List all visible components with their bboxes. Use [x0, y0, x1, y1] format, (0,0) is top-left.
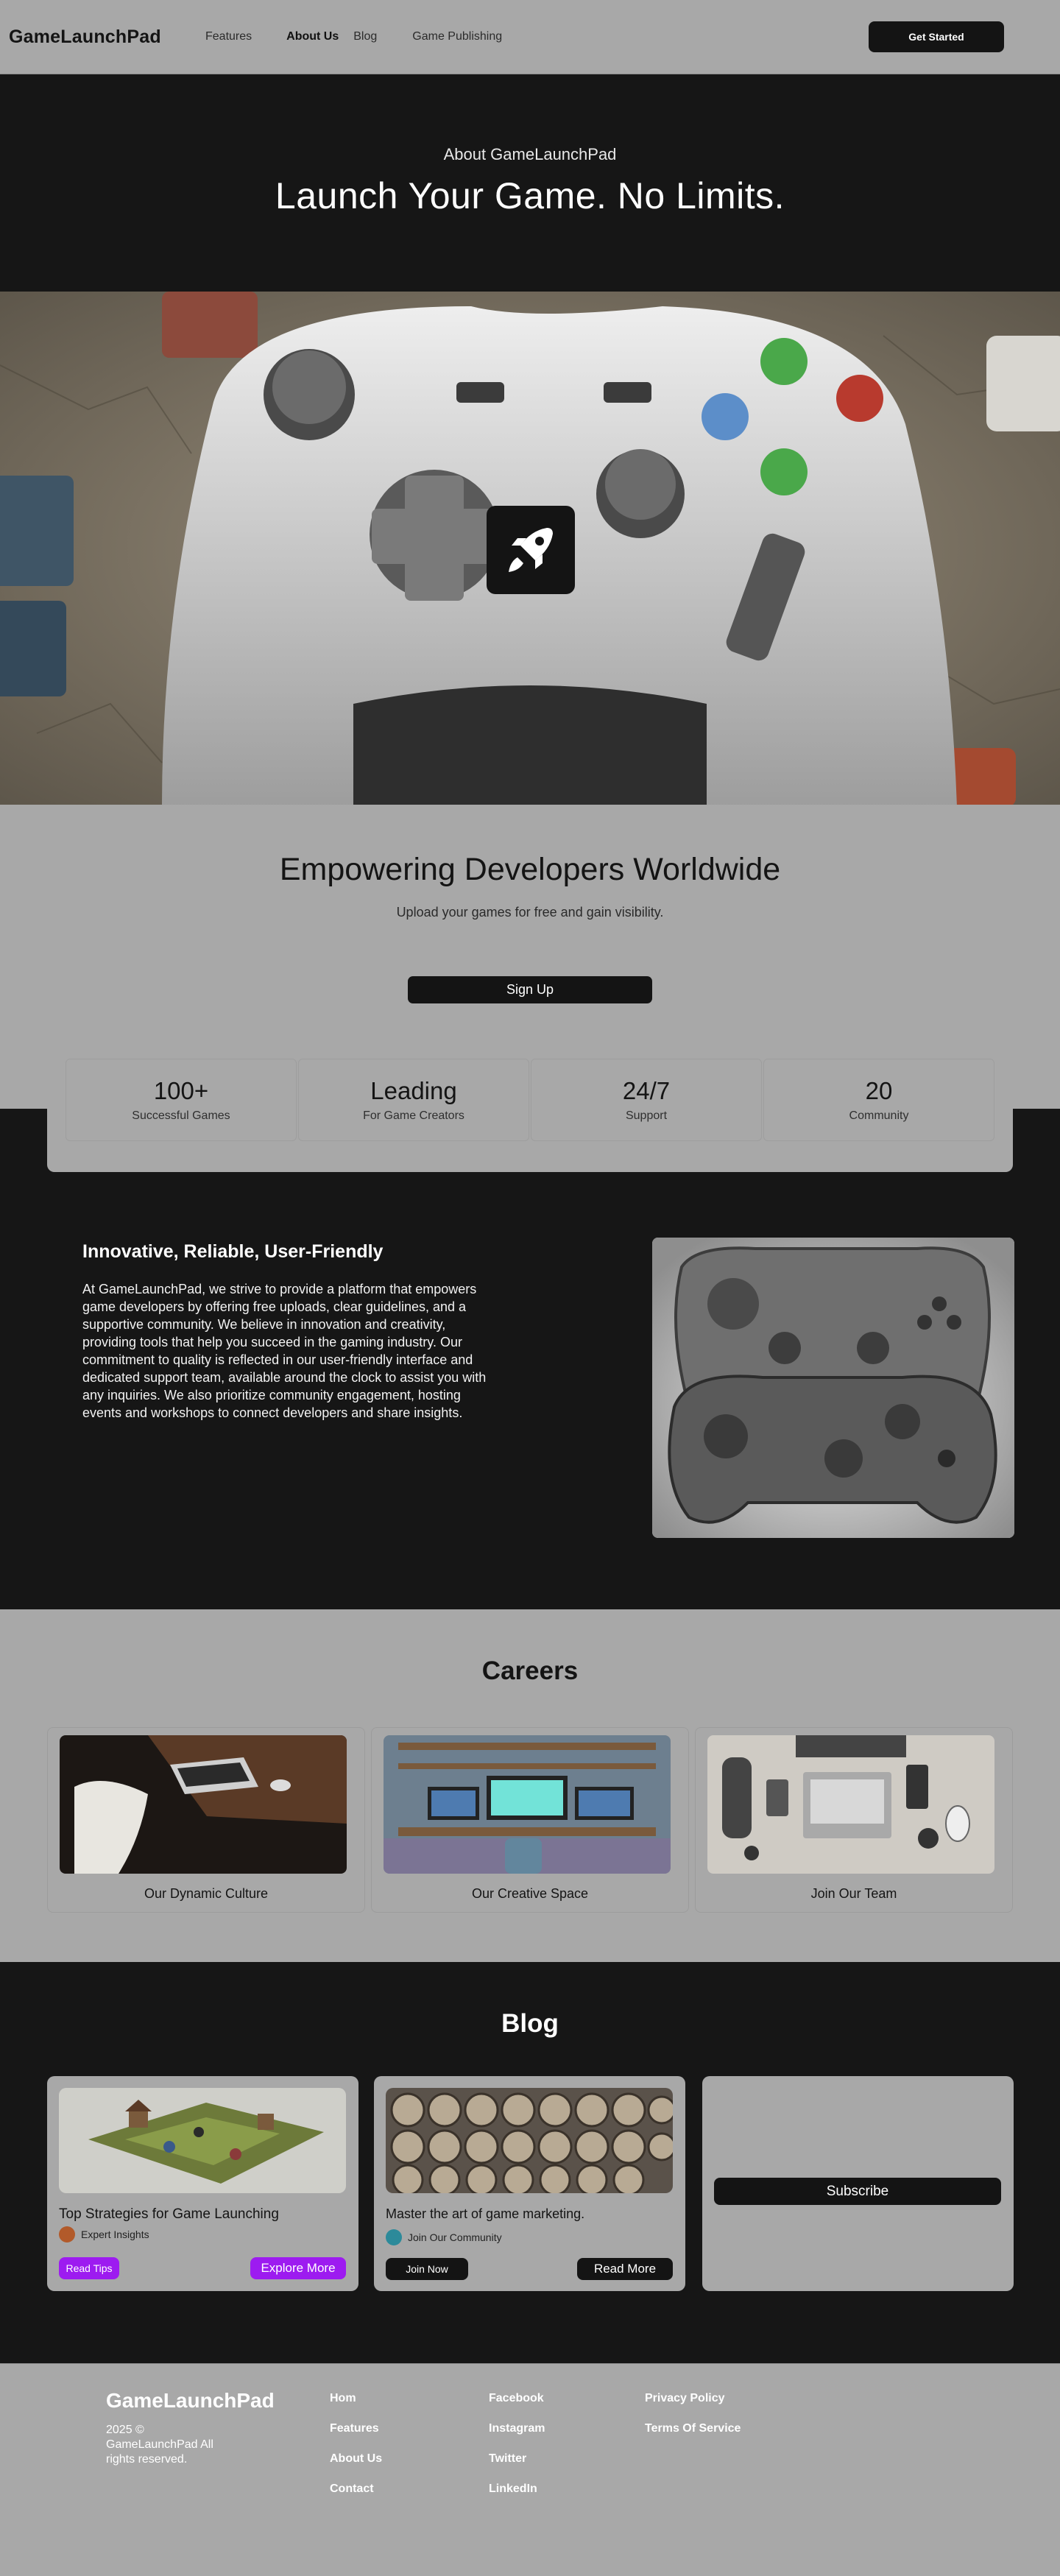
nav-link-game-publishing[interactable]: Game Publishing [412, 30, 502, 43]
stat-card: 24/7 Support [531, 1059, 762, 1141]
blog-card-strategies[interactable]: Top Strategies for Game Launching Expert… [47, 2076, 358, 2291]
office-desk-image [60, 1735, 347, 1874]
get-started-button[interactable]: Get Started [869, 21, 1004, 52]
stat-card: Leading For Game Creators [298, 1059, 529, 1141]
career-card-space[interactable]: Our Creative Space [371, 1727, 689, 1913]
career-card-team[interactable]: Join Our Team [695, 1727, 1013, 1913]
footer-links-col-1: Hom Features About Us Contact [330, 2392, 382, 2513]
career-card-label: Join Our Team [810, 1886, 897, 1901]
footer-logo[interactable]: GameLaunchPad [106, 2389, 275, 2413]
join-now-button[interactable]: Join Now [386, 2258, 468, 2280]
game-board-image [59, 2088, 346, 2193]
footer-link-privacy-policy[interactable]: Privacy Policy [645, 2392, 741, 2407]
workspace-image [384, 1735, 671, 1874]
author-name: Join Our Community [408, 2231, 502, 2243]
careers-title: Careers [481, 1656, 579, 1685]
subscribe-card: Subscribe [702, 2076, 1014, 2291]
stats-bar: 100+ Successful Games Leading For Game C… [47, 1051, 1013, 1172]
blog-card-marketing[interactable]: Master the art of game marketing. Join O… [374, 2076, 685, 2291]
stat-label: Successful Games [132, 1109, 230, 1122]
avatar [59, 2226, 75, 2242]
subscribe-button[interactable]: Subscribe [714, 2178, 1001, 2205]
controllers-image [652, 1238, 1014, 1538]
stat-label: Community [849, 1109, 909, 1122]
author-name: Expert Insights [81, 2229, 149, 2240]
footer-link-terms-of-service[interactable]: Terms Of Service [645, 2422, 741, 2437]
hero-kicker: About GameLaunchPad [443, 145, 617, 163]
career-card-label: Our Dynamic Culture [144, 1886, 269, 1901]
about-body: At GameLaunchPad, we strive to provide a… [82, 1282, 487, 1420]
stat-value: 100+ [153, 1077, 209, 1104]
top-navbar: GameLaunchPad Features About Us Blog Gam… [0, 0, 1060, 74]
stat-card: 20 Community [763, 1059, 994, 1141]
empower-title: Empowering Developers Worldwide [279, 852, 781, 887]
hero-controller-image [0, 292, 1060, 805]
site-logo[interactable]: GameLaunchPad [9, 27, 205, 48]
footer-link-facebook[interactable]: Facebook [489, 2392, 545, 2407]
rocket-icon [487, 506, 575, 594]
blog-card-title[interactable]: Top Strategies for Game Launching [59, 2206, 279, 2223]
nav-link-about-us[interactable]: About Us [286, 30, 339, 43]
stat-label: For Game Creators [363, 1109, 464, 1122]
blog-card-title[interactable]: Master the art of game marketing. [386, 2206, 584, 2222]
footer-link-features[interactable]: Features [330, 2422, 382, 2437]
hero-title: Launch Your Game. No Limits. [275, 175, 785, 216]
about-section: 100+ Successful Games Leading For Game C… [0, 1051, 1060, 1609]
read-tips-tag[interactable]: Read Tips [59, 2257, 119, 2279]
about-heading: Innovative, Reliable, User-Friendly [82, 1241, 384, 1262]
blog-title: Blog [501, 2009, 559, 2038]
nav-link-blog[interactable]: Blog [353, 30, 377, 43]
blog-section: Blog Top Strategies for Game Launching E… [0, 1962, 1060, 2363]
footer-link-home[interactable]: Hom [330, 2392, 382, 2407]
explore-more-button[interactable]: Explore More [250, 2257, 346, 2279]
footer-link-twitter[interactable]: Twitter [489, 2452, 545, 2467]
hero-section: About GameLaunchPad Launch Your Game. No… [0, 74, 1060, 292]
stat-value: 20 [865, 1077, 893, 1104]
footer-link-about-us[interactable]: About Us [330, 2452, 382, 2467]
footer-copyright: 2025 © GameLaunchPad All rights reserved… [106, 2424, 213, 2466]
career-card-culture[interactable]: Our Dynamic Culture [47, 1727, 365, 1913]
read-more-button[interactable]: Read More [577, 2258, 673, 2280]
nav-link-features[interactable]: Features [205, 30, 252, 43]
careers-section: Careers Our Dynamic Culture Our Creative… [0, 1609, 1060, 1962]
footer-links-col-2: Facebook Instagram Twitter LinkedIn [489, 2392, 545, 2513]
footer-link-instagram[interactable]: Instagram [489, 2422, 545, 2437]
footer-link-linkedin[interactable]: LinkedIn [489, 2483, 545, 2497]
stat-label: Support [625, 1109, 668, 1122]
stat-value: Leading [370, 1077, 457, 1104]
blog-author: Expert Insights [59, 2226, 149, 2242]
stat-card: 100+ Successful Games [66, 1059, 297, 1141]
footer-link-contact[interactable]: Contact [330, 2483, 382, 2497]
stat-value: 24/7 [622, 1077, 671, 1104]
sign-up-button[interactable]: Sign Up [408, 976, 652, 1003]
site-footer: GameLaunchPad 2025 © GameLaunchPad All r… [0, 2363, 1060, 2576]
footer-links-col-3: Privacy Policy Terms Of Service [645, 2392, 741, 2452]
career-card-label: Our Creative Space [471, 1886, 589, 1901]
empower-subtitle: Upload your games for free and gain visi… [396, 905, 664, 920]
blog-author: Join Our Community [386, 2229, 502, 2245]
avatar [386, 2229, 402, 2245]
gadgets-flatlay-image [707, 1735, 994, 1874]
coins-image [386, 2088, 673, 2193]
